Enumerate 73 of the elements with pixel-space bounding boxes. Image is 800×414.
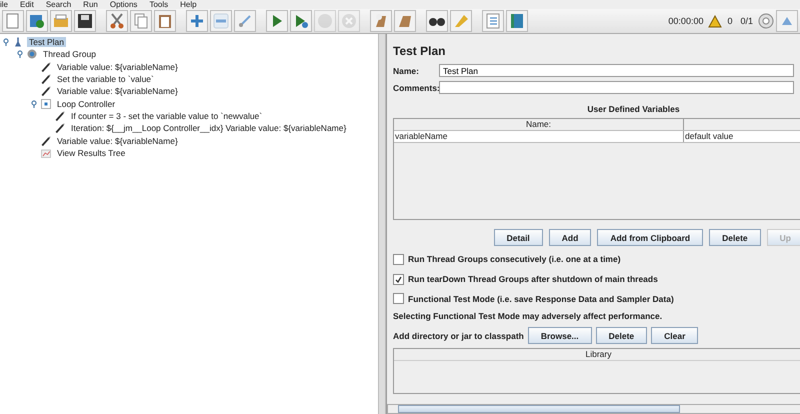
new-button[interactable] [2,10,24,32]
thread-count: 0/1 [740,16,753,26]
stop-icon [316,12,334,30]
table-button[interactable]: Add [548,229,592,246]
warning-icon[interactable] [708,14,722,28]
table-cell-text: default value [684,131,734,142]
checkbox-label: Run Thread Groups consecutively (i.e. one at a time) [408,254,621,264]
menu-item[interactable]: Run [83,0,98,9]
save-icon [76,12,94,30]
table-cell: variableName [394,131,684,142]
function-icon [484,12,502,30]
cut-icon [108,12,126,30]
tree-item[interactable]: Variable value: ${variableName} [55,86,180,96]
tree-item[interactable]: Iteration: ${__jm__Loop Controller__idx} Variable value: ${variableName} [69,123,348,134]
function-button[interactable] [482,10,504,32]
warning-note: Selecting Functional Test Mode may adversely affect performance. [393,311,664,322]
tree-item[interactable]: View Results Tree [55,148,128,158]
panel-title: Test Plan [393,44,446,58]
tree-item[interactable]: Variable value: ${variableName} [55,62,180,72]
checkbox[interactable] [393,274,404,285]
tree-item[interactable]: Test Plan [27,37,66,48]
column-header: Library [394,349,800,362]
paste-icon [156,12,174,30]
warning-count: 0 [727,16,732,26]
checkbox[interactable] [393,254,404,265]
comments-field[interactable] [439,81,794,94]
menu-item[interactable]: Edit [20,0,34,9]
save-button[interactable] [74,10,96,32]
elapsed-time: 00:00:00 [668,16,704,26]
tree-item[interactable]: If counter = 3 - set the variable value to `newvalue` [69,110,264,121]
menu-item[interactable]: Help [180,0,197,9]
table-title: User Defined Variables [586,104,681,114]
expand-toggle-icon[interactable] [30,100,38,108]
shutdown-icon [340,12,358,30]
classpath-button[interactable]: Browse... [528,327,592,344]
open-icon [52,12,70,30]
help-icon [508,12,526,30]
help-button[interactable] [506,10,528,32]
menu-item[interactable]: ile [0,0,8,9]
name-field[interactable]: Test Plan [439,64,794,77]
checkbox-label: Functional Test Mode (i.e. save Response Data and Sampler Data) [408,294,674,304]
tree-item[interactable]: Variable value: ${variableName} [55,136,180,146]
expand-toggle-icon[interactable] [16,50,24,58]
expand-toggle-icon[interactable] [2,38,10,46]
expand-icon [188,12,206,30]
checkbox[interactable] [393,293,404,304]
table-button[interactable]: Add from Clipboard [597,229,704,246]
checkbox-label: Run tearDown Thread Groups after shutdown of main threads [408,274,658,284]
field-label: Name: [393,66,420,76]
column-header: Name: [394,119,684,130]
table-button[interactable]: Detail [494,229,543,246]
tree-item[interactable]: Loop Controller [55,98,118,109]
copy-button[interactable] [130,10,152,32]
expand-button[interactable] [186,10,208,32]
tree-item[interactable]: Thread Group [41,49,98,60]
menu-item[interactable]: Tools [149,0,168,9]
split-handle[interactable] [378,34,386,414]
search-button[interactable] [426,10,448,32]
classpath-button[interactable]: Delete [596,327,648,344]
status-circle-icon [758,13,774,29]
start-button[interactable] [266,10,288,32]
paste-button[interactable] [154,10,176,32]
horizontal-scrollbar[interactable] [387,404,800,414]
cut-button[interactable] [106,10,128,32]
classpath-button[interactable]: Clear [651,327,698,344]
tree-item[interactable]: Set the variable to `value` [55,74,156,84]
menu-item[interactable]: Search [46,0,72,9]
start-no-pause-button[interactable] [290,10,312,32]
table-button[interactable]: Delete [709,229,761,246]
classpath-label: Add directory or jar to classpath [393,330,524,341]
remote-button[interactable] [776,10,798,32]
menu-item[interactable]: Options [110,0,138,9]
copy-icon [132,12,150,30]
